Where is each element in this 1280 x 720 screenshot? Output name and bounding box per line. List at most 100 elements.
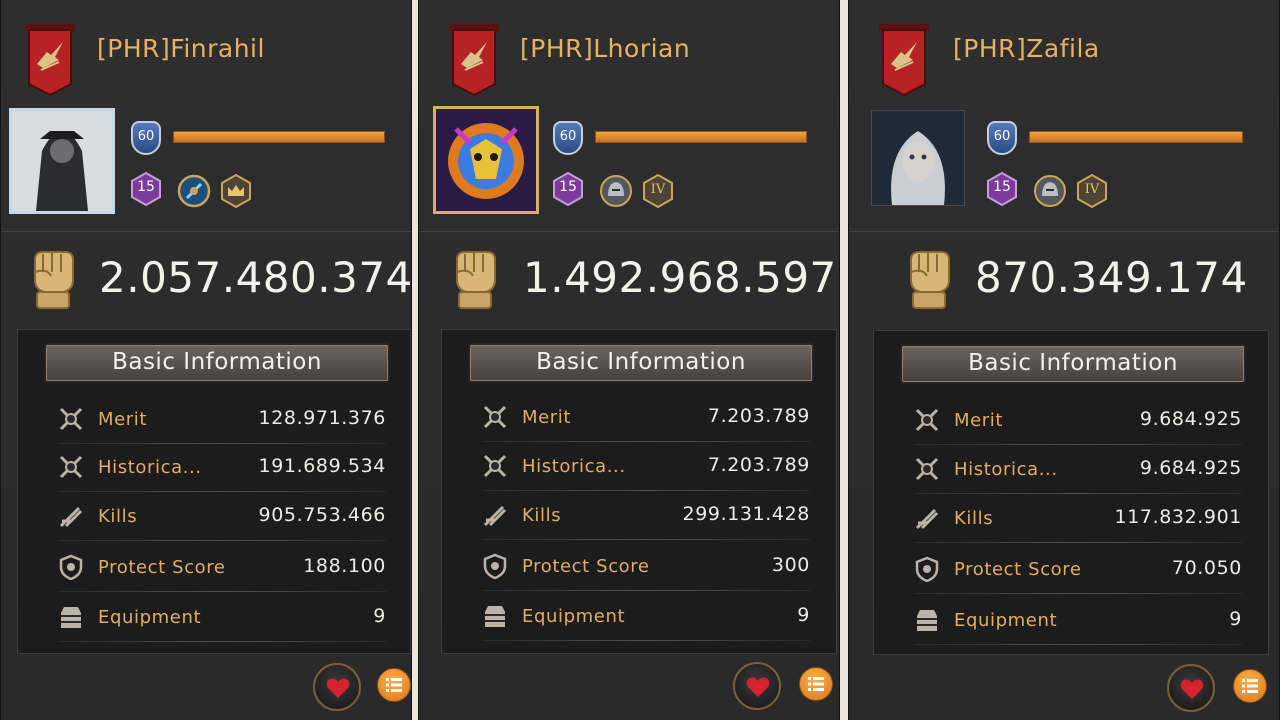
equipment-value: 9	[1229, 608, 1242, 630]
merit-value: 128.971.376	[258, 407, 386, 429]
kills-row: Kills 299.131.428	[482, 490, 810, 540]
tier-badge[interactable]: IV	[641, 174, 675, 208]
like-button[interactable]	[733, 662, 781, 710]
alliance-banner-icon	[879, 24, 929, 96]
protect-score-value: 188.100	[303, 555, 386, 577]
avatar[interactable]	[871, 110, 965, 206]
protect-score-row: Protect Score 70.050	[914, 544, 1242, 594]
details-button[interactable]	[377, 668, 411, 702]
historical-label: Historica...	[98, 457, 202, 478]
power-value: 870.349.174	[975, 253, 1248, 302]
player-name[interactable]: [PHR]Lhorian	[520, 34, 690, 63]
basic-info-panel: Basic Information Merit 9.684.925 Histor…	[873, 330, 1269, 655]
historical-row[interactable]: Historica... 191.689.534	[58, 442, 386, 492]
basic-info-panel: Basic Information Merit 7.203.789 Histor…	[441, 329, 837, 654]
like-button[interactable]	[1167, 664, 1215, 712]
knight-helmet-badge-icon[interactable]	[599, 174, 633, 208]
shield-icon	[482, 553, 508, 579]
heart-icon	[746, 676, 770, 698]
protect-score-row: Protect Score 300	[482, 541, 810, 591]
rank-badge-number: 15	[137, 179, 155, 195]
basic-info-header: Basic Information	[468, 343, 814, 383]
historical-value: 191.689.534	[258, 455, 386, 477]
kills-row: Kills 117.832.901	[914, 493, 1242, 543]
armor-icon	[482, 603, 508, 629]
crossed-swords-icon	[482, 453, 508, 479]
protect-score-label: Protect Score	[954, 559, 1082, 580]
historical-row[interactable]: Historica... 7.203.789	[482, 441, 810, 491]
list-icon	[1242, 679, 1258, 693]
player-card-finrahil: [PHR]Finrahil 60 15 2.057.480.374 Basic …	[0, 0, 412, 720]
merit-row: Merit 7.203.789	[482, 392, 810, 442]
kills-value: 905.753.466	[258, 504, 386, 526]
crossed-swords-icon	[482, 404, 508, 430]
merit-label: Merit	[98, 409, 148, 430]
avatar-portrait	[12, 111, 112, 211]
basic-info-title: Basic Information	[968, 350, 1178, 376]
xp-progress-bar	[1029, 131, 1243, 143]
details-button[interactable]	[1233, 669, 1267, 703]
merit-row: Merit 128.971.376	[58, 394, 386, 444]
level-badge: 60	[553, 121, 583, 155]
knight-helmet-badge-icon[interactable]	[1033, 174, 1067, 208]
equipment-label: Equipment	[522, 606, 626, 627]
divider	[419, 231, 839, 232]
xp-progress-bar	[595, 131, 807, 143]
merit-label: Merit	[954, 410, 1004, 431]
player-name[interactable]: [PHR]Zafila	[953, 34, 1100, 63]
rank-badge[interactable]: 15	[129, 172, 163, 206]
equipment-label: Equipment	[954, 610, 1058, 631]
details-button[interactable]	[799, 667, 833, 701]
alliance-banner-icon	[449, 24, 499, 96]
protect-score-row: Protect Score 188.100	[58, 542, 386, 592]
blades-icon	[58, 503, 84, 529]
list-icon	[386, 678, 402, 692]
protect-score-value: 70.050	[1171, 557, 1242, 579]
protect-score-label: Protect Score	[98, 557, 226, 578]
kills-label: Kills	[954, 508, 994, 529]
equipment-row[interactable]: Equipment 9	[58, 592, 386, 642]
divider	[849, 231, 1279, 232]
equipment-value: 9	[373, 605, 386, 627]
merit-value: 7.203.789	[707, 405, 810, 427]
merit-label: Merit	[522, 407, 572, 428]
crossed-swords-icon	[58, 406, 84, 432]
tier-badge[interactable]: IV	[1075, 174, 1109, 208]
blades-icon	[914, 505, 940, 531]
alliance-banner-icon	[25, 24, 75, 96]
avatar[interactable]	[9, 108, 115, 214]
historical-value: 9.684.925	[1139, 457, 1242, 479]
divider	[1, 231, 411, 232]
protect-score-value: 300	[771, 554, 810, 576]
equipment-row[interactable]: Equipment 9	[914, 595, 1242, 645]
kills-label: Kills	[522, 505, 562, 526]
equipment-label: Equipment	[98, 607, 202, 628]
shield-icon	[58, 554, 84, 580]
power-fist-icon	[25, 246, 79, 312]
avatar-portrait	[872, 111, 964, 205]
compass-badge-icon[interactable]	[177, 174, 211, 208]
power-value: 2.057.480.374	[99, 253, 412, 302]
rank-badge[interactable]: 15	[551, 172, 585, 206]
rank-badge-number: 15	[559, 179, 577, 195]
protect-score-label: Protect Score	[522, 556, 650, 577]
kills-row: Kills 905.753.466	[58, 491, 386, 541]
like-button[interactable]	[313, 663, 361, 711]
equipment-value: 9	[797, 604, 810, 626]
kills-value: 299.131.428	[682, 503, 810, 525]
player-name[interactable]: [PHR]Finrahil	[97, 34, 265, 63]
rank-badge[interactable]: 15	[985, 172, 1019, 206]
power-fist-icon	[447, 246, 501, 312]
power-value: 1.492.968.597	[523, 253, 837, 302]
power-fist-icon	[901, 246, 955, 312]
equipment-row[interactable]: Equipment 9	[482, 591, 810, 641]
avatar[interactable]	[433, 106, 539, 214]
armor-icon	[914, 607, 940, 633]
level-badge: 60	[987, 121, 1017, 155]
player-card-zafila: [PHR]Zafila 60 15 IV 870.349.174 Basic I…	[848, 0, 1280, 720]
kills-value: 117.832.901	[1114, 506, 1242, 528]
historical-row[interactable]: Historica... 9.684.925	[914, 444, 1242, 494]
tier-numeral: IV	[650, 182, 666, 197]
xp-progress-bar	[173, 131, 385, 143]
crown-badge-icon[interactable]	[219, 174, 253, 208]
